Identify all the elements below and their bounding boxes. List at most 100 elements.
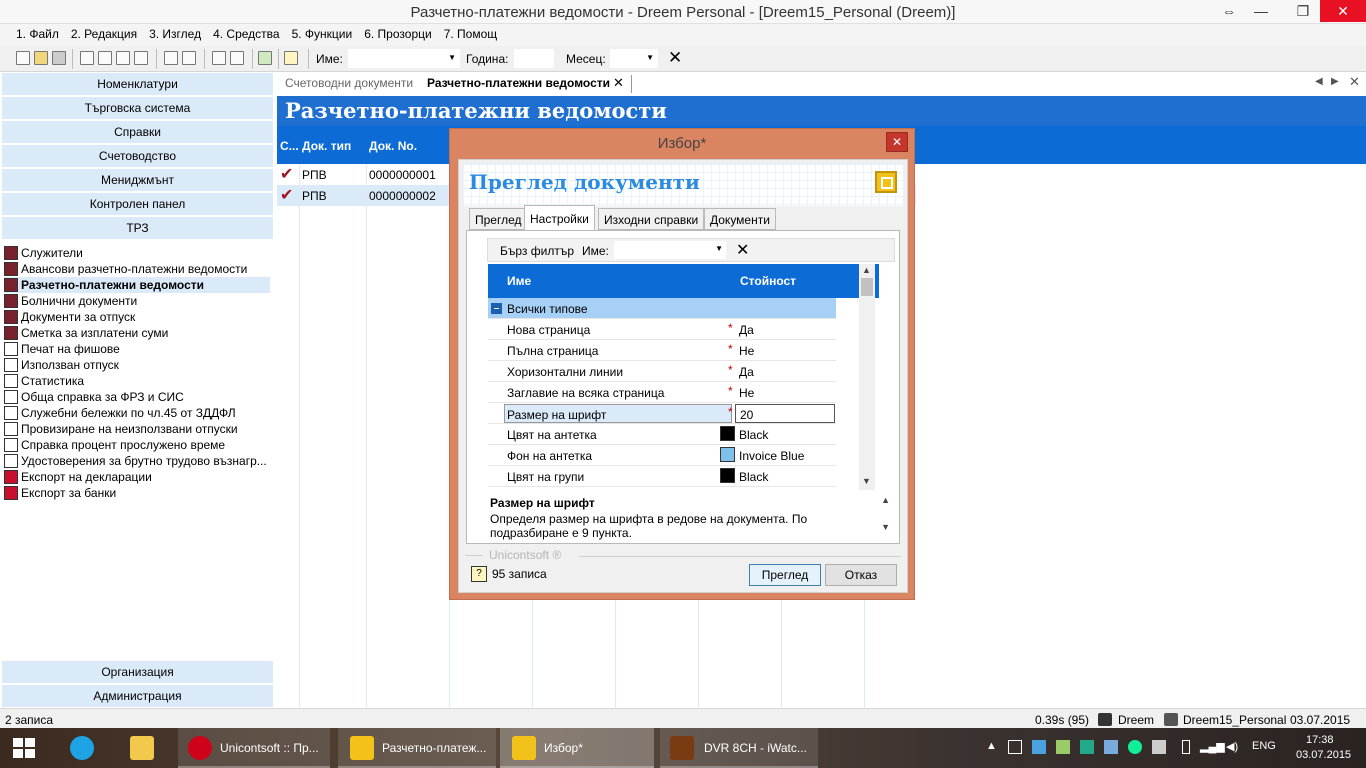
close-button[interactable]: ✕ — [1320, 0, 1366, 22]
print-preview-icon[interactable] — [182, 51, 196, 65]
new-document-icon[interactable] — [16, 51, 30, 65]
properties-scrollbar[interactable]: ▲ ▼ — [859, 264, 875, 490]
col-value[interactable]: Стойност — [740, 274, 796, 288]
tab-output-reports[interactable]: Изходни справки — [598, 208, 705, 230]
internet-explorer-button[interactable] — [58, 728, 110, 768]
year-combo[interactable] — [514, 49, 554, 68]
eraser-icon[interactable] — [134, 51, 148, 65]
maximize-button[interactable]: ❐ — [1286, 0, 1320, 22]
tabs-scroll-right-icon[interactable]: ▶ — [1331, 76, 1339, 87]
col-doc-type[interactable]: Док. тип — [302, 139, 351, 153]
start-button[interactable] — [0, 728, 50, 768]
month-combo[interactable]: ▼ — [610, 49, 658, 68]
property-row[interactable]: Пълна страница * Не — [488, 340, 836, 361]
nav-header-management[interactable]: Мениджмънт — [2, 169, 273, 192]
group-row[interactable]: Всички типове — [488, 298, 836, 319]
nav-header-payroll[interactable]: ТРЗ — [2, 217, 273, 240]
nav-header-trade[interactable]: Търговска система — [2, 97, 273, 120]
tab-settings[interactable]: Настройки — [524, 205, 595, 231]
scroll-down-icon[interactable]: ▼ — [881, 522, 890, 532]
menu-view[interactable]: 3. Изглед — [143, 24, 207, 41]
nav-header-administration[interactable]: Администрация — [2, 685, 273, 708]
nav-item[interactable]: Провизиране на неизползвани отпуски — [4, 421, 270, 437]
table-row[interactable]: ✔ РПВ 0000000002 — [277, 185, 450, 206]
tray-app-icon[interactable] — [1152, 740, 1166, 754]
close-tab-icon[interactable]: ✕ — [613, 75, 624, 91]
nav-item-selected[interactable]: Разчетно-платежни ведомости — [4, 277, 270, 293]
nav-header-control-panel[interactable]: Контролен панел — [2, 193, 273, 216]
scroll-up-icon[interactable]: ▲ — [862, 265, 871, 275]
help-icon[interactable]: ? — [471, 566, 487, 582]
nav-item[interactable]: Документи за отпуск — [4, 309, 270, 325]
scroll-thumb[interactable] — [861, 278, 873, 296]
cut-icon[interactable] — [80, 51, 94, 65]
tray-app-icon[interactable] — [1080, 740, 1094, 754]
taskbar-app[interactable]: Разчетно-платеж... — [338, 728, 496, 768]
clock-time[interactable]: 17:38 — [1306, 734, 1334, 746]
nav-item[interactable]: Статистика — [4, 373, 270, 389]
col-doc-no[interactable]: Док. No. — [369, 139, 417, 153]
clear-filter-icon[interactable]: ✕ — [736, 240, 749, 260]
col-name[interactable]: Име — [507, 274, 531, 288]
menu-file[interactable]: 1. Файл — [10, 24, 65, 41]
save-icon[interactable] — [52, 51, 66, 65]
minimize-button[interactable]: — — [1244, 0, 1278, 22]
grid-view-icon[interactable] — [212, 51, 226, 65]
clear-filter-icon[interactable]: ✕ — [668, 48, 682, 68]
volume-icon[interactable]: ◀) — [1226, 740, 1238, 753]
nav-item[interactable]: Експорт на декларации — [4, 469, 270, 485]
property-row[interactable]: Хоризонтални линии * Да — [488, 361, 836, 382]
scroll-up-icon[interactable]: ▲ — [881, 495, 890, 505]
tab-documents[interactable]: Документи — [704, 208, 776, 230]
help-icon[interactable] — [284, 51, 298, 65]
property-row[interactable]: Цвят на антетка Black — [488, 424, 836, 445]
quick-filter-name-combo[interactable]: ▼ — [614, 241, 726, 259]
taskbar-app-active[interactable]: Избор* — [500, 728, 654, 768]
col-status[interactable]: С... — [280, 139, 299, 153]
scroll-down-icon[interactable]: ▼ — [862, 476, 871, 486]
nav-item[interactable]: Справка процент прослужено време — [4, 437, 270, 453]
nav-item[interactable]: Служебни бележки по чл.45 от ЗДДФЛ — [4, 405, 270, 421]
nav-item[interactable]: Използван отпуск — [4, 357, 270, 373]
nav-item[interactable]: Служители — [4, 245, 270, 261]
menu-edit[interactable]: 2. Редакция — [65, 24, 143, 41]
paste-icon[interactable] — [116, 51, 130, 65]
tab-payroll-sheets[interactable]: Разчетно-платежни ведомости — [427, 76, 610, 90]
menu-functions[interactable]: 5. Функции — [286, 24, 359, 41]
nav-item[interactable]: Удостоверения за брутно трудово възнагр.… — [4, 453, 270, 469]
restore-size-icon[interactable]: ⇔ — [1212, 0, 1246, 22]
name-combo[interactable]: ▼ — [348, 49, 460, 68]
tab-preview[interactable]: Преглед — [469, 208, 528, 230]
open-folder-icon[interactable] — [34, 51, 48, 65]
taskbar-app[interactable]: Unicontsoft :: Пр... — [178, 728, 330, 768]
show-hidden-icons-icon[interactable]: ▲ — [986, 740, 997, 752]
nav-item[interactable]: Сметка за изплатени суми — [4, 325, 270, 341]
menu-windows[interactable]: 6. Прозорци — [358, 24, 437, 41]
nav-header-accounting[interactable]: Счетоводство — [2, 145, 273, 168]
tray-app-icon[interactable] — [1032, 740, 1046, 754]
clock-date[interactable]: 03.07.2015 — [1296, 749, 1351, 761]
property-row[interactable]: Фон на антетка Invoice Blue — [488, 445, 836, 466]
tray-app-icon[interactable] — [1056, 740, 1070, 754]
nav-item[interactable]: Експорт за банки — [4, 485, 270, 501]
nav-header-nomenclatures[interactable]: Номенклатури — [2, 73, 273, 96]
close-all-tabs-icon[interactable]: ✕ — [1349, 74, 1360, 90]
tray-app-icon[interactable] — [1104, 740, 1118, 754]
property-row[interactable]: Нова страница * Да — [488, 319, 836, 340]
nav-item[interactable]: Обща справка за ФРЗ и СИС — [4, 389, 270, 405]
file-explorer-button[interactable] — [118, 728, 170, 768]
dialog-close-button[interactable]: ✕ — [886, 132, 908, 152]
network-icon[interactable]: ▂▄▆ — [1200, 740, 1225, 753]
property-row[interactable]: Заглавие на всяка страница * Не — [488, 382, 836, 403]
print-icon[interactable] — [164, 51, 178, 65]
nav-item[interactable]: Авансови разчетно-платежни ведомости — [4, 261, 270, 277]
tab-accounting-documents[interactable]: Счетоводни документи — [285, 76, 413, 90]
preview-button[interactable]: Преглед — [749, 564, 821, 586]
battery-icon[interactable] — [1182, 740, 1190, 754]
nav-header-reports[interactable]: Справки — [2, 121, 273, 144]
refresh-icon[interactable] — [258, 51, 272, 65]
collapse-icon[interactable] — [491, 303, 502, 314]
nav-header-organization[interactable]: Организация — [2, 661, 273, 684]
menu-help[interactable]: 7. Помощ — [438, 24, 503, 41]
property-row-editing[interactable]: Размер на шрифт * 20 — [488, 403, 836, 424]
